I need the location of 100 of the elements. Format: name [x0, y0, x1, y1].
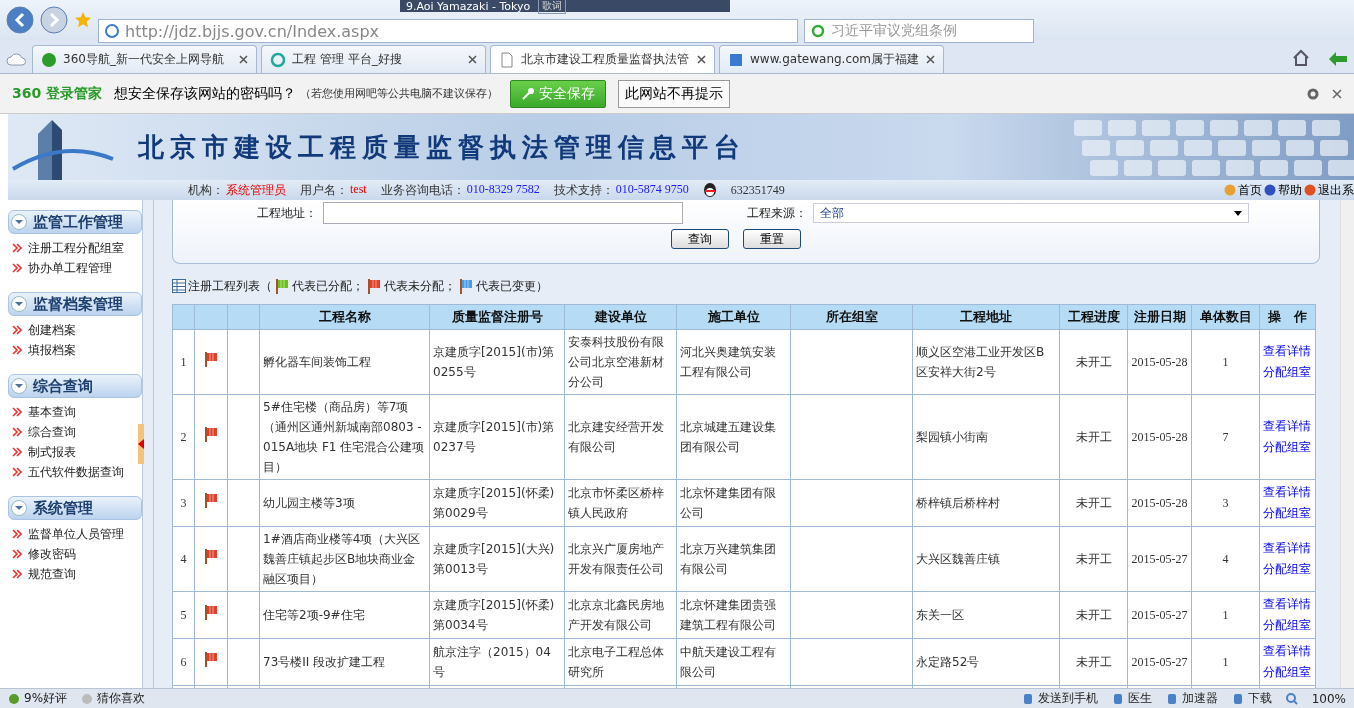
- cloud-icon[interactable]: [6, 51, 28, 67]
- settings-icon[interactable]: [1306, 86, 1320, 101]
- status-label: 发送到手机: [1037, 690, 1098, 707]
- zoom-icon: [1285, 692, 1298, 705]
- table-cell: 1#酒店商业楼等4项（大兴区魏善庄镇起步区B地块商业金融区项目）: [259, 526, 430, 592]
- header-link[interactable]: 退出系: [1318, 181, 1354, 199]
- forward-icon[interactable]: [40, 6, 68, 34]
- browser-tab[interactable]: www.gatewang.com属于福建: [719, 45, 944, 73]
- sidebar-item[interactable]: 监督单位人员管理: [8, 524, 142, 544]
- table-cell: 东关一区: [912, 591, 1060, 639]
- table-cell: 未开工: [1059, 591, 1128, 639]
- zoom-level[interactable]: 100%: [1311, 691, 1346, 706]
- sidebar-section-header[interactable]: 监督档案管理: [8, 292, 142, 316]
- details-link[interactable]: 查看详情: [1263, 641, 1312, 662]
- field-label: 工程来源：: [746, 204, 808, 222]
- browser-tab[interactable]: 360导航_新一代安全上网导航: [32, 45, 257, 73]
- table-cell: 中航天建设工程有限公司: [676, 638, 791, 686]
- arrow-bullet-icon: [12, 407, 22, 417]
- source-select[interactable]: 全部: [813, 203, 1249, 223]
- details-link[interactable]: 查看详情: [1263, 482, 1312, 503]
- table-cell: 孵化器车间装饰工程: [259, 329, 430, 395]
- arrow-bullet-icon: [12, 447, 22, 457]
- sidebar-item[interactable]: 五代软件数据查询: [8, 462, 142, 482]
- legend-label: 代表已分配；: [292, 277, 364, 295]
- details-link[interactable]: 查看详情: [1263, 416, 1312, 437]
- sidebar-item[interactable]: 创建档案: [8, 320, 142, 340]
- sidebar-item[interactable]: 修改密码: [8, 544, 142, 564]
- sidebar-item[interactable]: 注册工程分配组室: [8, 238, 142, 258]
- assign-link[interactable]: 分配组室: [1263, 559, 1312, 580]
- status-item[interactable]: 发送到手机: [1021, 690, 1098, 707]
- lyrics-button[interactable]: 歌词: [538, 0, 567, 14]
- assign-link[interactable]: 分配组室: [1263, 362, 1312, 383]
- column-header: 工程进度: [1059, 304, 1128, 330]
- table-cell: 北京京北鑫民房地产开发有限公司: [564, 591, 677, 639]
- info-value: 系统管理员: [226, 181, 286, 199]
- sidebar-section-header[interactable]: 监管工作管理: [8, 210, 142, 234]
- details-link[interactable]: 查看详情: [1263, 341, 1312, 362]
- sidebar-section-header[interactable]: 综合查询: [8, 374, 142, 398]
- info-value: 010-5874 9750: [615, 181, 689, 198]
- table-cell: 1: [1191, 638, 1260, 686]
- table-cell: 北京城建五建设集团有限公司: [676, 394, 791, 480]
- browser-tab[interactable]: 北京市建设工程质量监督执法管: [490, 45, 715, 73]
- close-icon[interactable]: [926, 55, 935, 64]
- close-icon[interactable]: [697, 55, 706, 64]
- table-cell: 未开工: [1059, 394, 1128, 480]
- column-header: 单体数目: [1191, 304, 1260, 330]
- password-prompt: 想安全保存该网站的密码吗？: [114, 84, 297, 103]
- sidebar-item[interactable]: 填报档案: [8, 340, 142, 360]
- details-link[interactable]: 查看详情: [1263, 594, 1312, 615]
- status-item[interactable]: 医生: [1111, 690, 1152, 707]
- back-icon[interactable]: [6, 6, 34, 34]
- assign-link[interactable]: 分配组室: [1263, 503, 1312, 524]
- star-icon[interactable]: [74, 11, 92, 29]
- column-header: 工程地址: [912, 304, 1060, 330]
- dot-icon: [81, 692, 94, 705]
- status-item[interactable]: 9%好评: [8, 690, 68, 707]
- square-icon: [728, 51, 744, 68]
- table-cell: 幼儿园主楼等3项: [259, 479, 430, 527]
- assign-link[interactable]: 分配组室: [1263, 615, 1312, 636]
- back-arrow-icon[interactable]: [1328, 51, 1348, 67]
- qq-number: 632351749: [730, 182, 785, 198]
- query-button[interactable]: 查询: [671, 229, 729, 249]
- status-item[interactable]: 猜你喜欢: [81, 690, 146, 707]
- table-cell: 4: [1191, 526, 1260, 592]
- close-icon[interactable]: [1332, 88, 1342, 99]
- table-cell: 北京万兴建筑集团有限公司: [676, 526, 791, 592]
- header-link[interactable]: 首页: [1238, 181, 1262, 199]
- details-link[interactable]: 查看详情: [1263, 538, 1312, 559]
- site-title: 北京市建设工程质量监督执法管理信息平台: [138, 130, 746, 164]
- status-label: 医生: [1127, 690, 1152, 707]
- status-item[interactable]: 加速器: [1165, 690, 1218, 707]
- browser-tab[interactable]: 工程 管理 平台_好搜: [261, 45, 486, 73]
- sidebar-item[interactable]: 基本查询: [8, 402, 142, 422]
- table-cell: 京建质字[2015](市)第0255号: [429, 329, 565, 395]
- assign-link[interactable]: 分配组室: [1263, 437, 1312, 458]
- sidebar-toggle-handle[interactable]: [138, 424, 144, 464]
- arrow-bullet-icon: [12, 549, 22, 559]
- sidebar-item[interactable]: 综合查询: [8, 422, 142, 442]
- info-label: 业务咨询电话：: [380, 181, 465, 199]
- close-icon[interactable]: [468, 55, 477, 64]
- q-icon: [270, 51, 286, 68]
- arrow-bullet-icon: [12, 529, 22, 539]
- sidebar-section-header[interactable]: 系统管理: [8, 496, 142, 520]
- scrollbar[interactable]: [1340, 200, 1354, 688]
- key-icon: [521, 86, 536, 101]
- status-item[interactable]: 下载: [1231, 690, 1272, 707]
- address-input-field[interactable]: [323, 202, 683, 224]
- sidebar-item[interactable]: 协办单工程管理: [8, 258, 142, 278]
- table-cell: 2015-05-28: [1127, 394, 1192, 480]
- sidebar-item[interactable]: 规范查询: [8, 564, 142, 584]
- sidebar-item[interactable]: 制式报表: [8, 442, 142, 462]
- reset-button[interactable]: 重置: [743, 229, 801, 249]
- assign-link[interactable]: 分配组室: [1263, 662, 1312, 683]
- table-cell: 北京怀建集团有限公司: [676, 479, 791, 527]
- address-field[interactable]: http://jdz.bjjs.gov.cn/Index.aspx: [98, 19, 798, 43]
- header-link[interactable]: 帮助: [1278, 181, 1302, 199]
- close-icon[interactable]: [239, 55, 248, 64]
- info-value: test: [350, 181, 367, 198]
- table-cell: 7: [1191, 394, 1260, 480]
- dismiss-button[interactable]: 此网站不再提示: [618, 79, 731, 108]
